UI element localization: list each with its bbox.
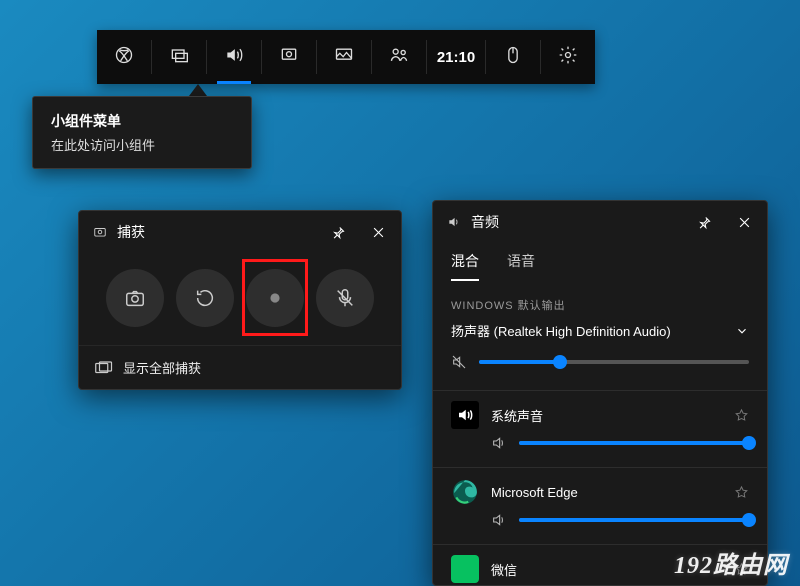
capture-panel: 捕获 显示全部捕获 [78, 210, 402, 390]
audio-icon[interactable] [207, 30, 261, 84]
app-name: Microsoft Edge [491, 485, 722, 500]
capture-header: 捕获 [79, 211, 401, 253]
watermark: 192路由网 [674, 545, 788, 580]
pin-button[interactable] [689, 207, 719, 237]
app-row: 系统声音 [433, 397, 767, 461]
capture-icon[interactable] [317, 30, 371, 84]
app-volume-slider[interactable] [519, 518, 749, 522]
default-output-label: WINDOWS 默认输出 [433, 281, 767, 319]
last30s-button[interactable] [176, 269, 234, 327]
master-volume-row [433, 348, 767, 384]
social-icon[interactable] [372, 30, 426, 84]
toolbar-time: 21:10 [427, 30, 485, 84]
app-icon [451, 478, 479, 506]
output-device-name: 扬声器 (Realtek High Definition Audio) [451, 321, 671, 340]
capture-title: 捕获 [117, 222, 145, 242]
capture-body [79, 253, 401, 345]
gallery-icon [95, 361, 113, 375]
pin-button[interactable] [323, 217, 353, 247]
audio-title: 音频 [471, 212, 499, 232]
xbox-icon[interactable] [97, 30, 151, 84]
app-volume-icon[interactable] [491, 512, 507, 528]
star-icon[interactable] [734, 485, 749, 500]
tooltip-title: 小组件菜单 [51, 111, 233, 131]
output-device-row[interactable]: 扬声器 (Realtek High Definition Audio) [433, 319, 767, 348]
widgets-tooltip: 小组件菜单 在此处访问小组件 [32, 96, 252, 169]
close-button[interactable] [363, 217, 393, 247]
capture-title-icon [93, 225, 107, 239]
screenshot-button[interactable] [106, 269, 164, 327]
app-name: 系统声音 [491, 406, 722, 425]
settings-icon[interactable] [541, 30, 595, 84]
audio-panel: 音频 混合 语音 WINDOWS 默认输出 扬声器 (Realtek High … [432, 200, 768, 586]
app-row: Microsoft Edge [433, 474, 767, 538]
close-button[interactable] [729, 207, 759, 237]
app-icon [451, 555, 479, 583]
performance-icon[interactable] [262, 30, 316, 84]
mic-toggle-button[interactable] [316, 269, 374, 327]
app-icon [451, 401, 479, 429]
record-button[interactable] [246, 269, 304, 327]
widgets-icon[interactable] [152, 30, 206, 84]
tooltip-arrow [189, 84, 207, 96]
tab-voice[interactable]: 语音 [507, 243, 535, 281]
gamebar-toolbar: 21:10 [97, 30, 595, 84]
audio-tabs: 混合 语音 [433, 243, 767, 281]
star-icon[interactable] [734, 408, 749, 423]
tooltip-body: 在此处访问小组件 [51, 135, 233, 154]
mouse-icon[interactable] [486, 30, 540, 84]
master-volume-slider[interactable] [479, 360, 749, 364]
mute-icon[interactable] [451, 354, 467, 370]
audio-header: 音频 [433, 201, 767, 243]
show-all-captures-label: 显示全部捕获 [123, 358, 201, 377]
app-volume-icon[interactable] [491, 435, 507, 451]
audio-title-icon [447, 215, 461, 229]
tab-mix[interactable]: 混合 [451, 243, 479, 281]
show-all-captures[interactable]: 显示全部捕获 [79, 345, 401, 389]
chevron-down-icon [735, 324, 749, 338]
app-volume-slider[interactable] [519, 441, 749, 445]
